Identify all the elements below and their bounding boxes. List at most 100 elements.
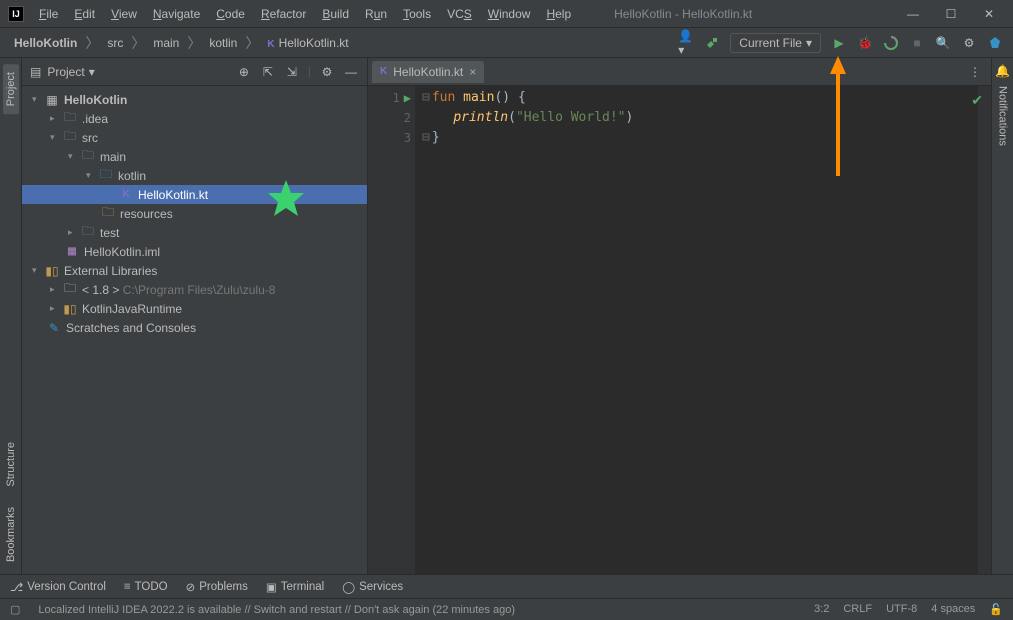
tree-node-test[interactable]: ▸🗀test (22, 223, 367, 242)
tree-node-src[interactable]: ▾🗀src (22, 128, 367, 147)
project-tree[interactable]: ▾▦HelloKotlin ▸🗀.idea ▾🗀src ▾🗀main ▾🗀kot… (22, 86, 367, 574)
maximize-button[interactable]: ☐ (941, 7, 961, 21)
tree-node-root[interactable]: ▾▦HelloKotlin (22, 90, 367, 109)
minimize-button[interactable]: — (903, 7, 923, 21)
build-hammer-icon[interactable] (704, 35, 720, 51)
status-menu-icon[interactable]: ▢ (10, 603, 20, 616)
tree-node-scratches[interactable]: ✎Scratches and Consoles (22, 318, 367, 337)
collapse-all-icon[interactable]: ⇲ (284, 64, 300, 80)
bottom-tool-bar: ⎇Version Control ≡TODO ⊘Problems ▣Termin… (0, 574, 1013, 598)
debug-button[interactable]: 🐞 (857, 35, 873, 51)
tree-node-idea[interactable]: ▸🗀.idea (22, 109, 367, 128)
folder-icon: 🗀 (62, 108, 78, 129)
folder-icon: 🗀 (62, 127, 78, 148)
settings-icon[interactable]: ⚙ (961, 35, 977, 51)
libraries-icon: ▮▯ (44, 264, 60, 278)
left-tab-project[interactable]: Project (3, 64, 19, 114)
bottom-tab-todo[interactable]: ≡TODO (124, 581, 168, 593)
bottom-tab-problems[interactable]: ⊘Problems (186, 580, 248, 594)
menu-tools[interactable]: Tools (396, 5, 438, 23)
breadcrumb-sep: 〉 (85, 33, 99, 53)
panel-settings-icon[interactable]: ⚙ (319, 64, 335, 80)
scratches-icon: ✎ (46, 321, 62, 335)
bottom-tab-vcs[interactable]: ⎇Version Control (10, 580, 106, 594)
menu-code[interactable]: Code (209, 5, 252, 23)
fold-end-icon[interactable]: ⊟ (422, 130, 430, 145)
terminal-icon: ▣ (266, 580, 277, 594)
menu-build[interactable]: Build (315, 5, 356, 23)
menu-window[interactable]: Window (481, 5, 538, 23)
breadcrumb-1[interactable]: src (103, 34, 127, 52)
expand-all-icon[interactable]: ⇱ (260, 64, 276, 80)
code-editor[interactable]: 1▶ 2 3 ⊟fun main() { println("Hello Worl… (368, 86, 991, 574)
caret-position[interactable]: 3:2 (814, 603, 829, 616)
status-bar: ▢ Localized IntelliJ IDEA 2022.2 is avai… (0, 598, 1013, 620)
editor-tab[interactable]: K HelloKotlin.kt × (372, 61, 484, 83)
fold-icon[interactable]: ⊟ (422, 90, 430, 105)
menu-vcs[interactable]: VCS (440, 5, 479, 23)
breadcrumb-3[interactable]: kotlin (205, 34, 241, 52)
toolbar: HelloKotlin〉src〉main〉kotlin〉KHelloKotlin… (0, 28, 1013, 58)
todo-icon: ≡ (124, 581, 131, 593)
chevron-down-icon: ▾ (806, 36, 812, 50)
project-view-selector[interactable]: Project ▾ (47, 65, 94, 79)
branch-icon: ⎇ (10, 580, 23, 594)
run-config-selector[interactable]: Current File ▾ (730, 33, 821, 53)
tree-node-kotlin[interactable]: ▾🗀kotlin (22, 166, 367, 185)
bottom-tab-terminal[interactable]: ▣Terminal (266, 580, 324, 594)
line-gutter: 1▶ 2 3 (368, 86, 416, 574)
menu-edit[interactable]: Edit (67, 5, 102, 23)
run-button[interactable]: ▶ (831, 35, 847, 51)
error-stripe[interactable] (977, 86, 991, 574)
close-button[interactable]: ✕ (979, 7, 999, 21)
window-title: HelloKotlin - HelloKotlin.kt (578, 7, 903, 21)
editor-area: K HelloKotlin.kt × ⋮ 1▶ 2 3 ⊟fun main() … (368, 58, 991, 574)
breadcrumb-sep: 〉 (187, 33, 201, 53)
menu-navigate[interactable]: Navigate (146, 5, 207, 23)
select-opened-file-icon[interactable]: ⊕ (236, 64, 252, 80)
inspection-ok-icon[interactable]: ✔ (971, 92, 983, 109)
left-tab-structure[interactable]: Structure (3, 434, 19, 495)
line-separator[interactable]: CRLF (843, 603, 872, 616)
status-message[interactable]: Localized IntelliJ IDEA 2022.2 is availa… (38, 604, 515, 616)
tree-node-iml[interactable]: ▦HelloKotlin.iml (22, 242, 367, 261)
tree-node-resources[interactable]: 🗀resources (22, 204, 367, 223)
code-text[interactable]: ⊟fun main() { println("Hello World!") ⊟} (416, 86, 977, 574)
run-with-coverage-button[interactable] (883, 35, 899, 51)
right-tab-notifications[interactable]: Notifications (995, 78, 1011, 154)
hide-panel-icon[interactable]: — (343, 64, 359, 80)
encoding[interactable]: UTF-8 (886, 603, 917, 616)
breadcrumb-sep: 〉 (131, 33, 145, 53)
tree-node-kotlin-runtime[interactable]: ▸▮▯KotlinJavaRuntime (22, 299, 367, 318)
close-tab-icon[interactable]: × (469, 65, 476, 79)
kotlin-file-icon: K (380, 66, 387, 77)
bottom-tab-services[interactable]: ◯Services (342, 580, 403, 594)
breadcrumb-0[interactable]: HelloKotlin (10, 34, 81, 52)
library-icon: ▮▯ (62, 302, 78, 316)
user-icon[interactable]: 👤▾ (678, 35, 694, 51)
tree-node-ext-libraries[interactable]: ▾▮▯External Libraries (22, 261, 367, 280)
tree-node-file[interactable]: KHelloKotlin.kt (22, 185, 367, 204)
main-menu: FileEditViewNavigateCodeRefactorBuildRun… (32, 5, 578, 23)
stop-button[interactable]: ■ (909, 35, 925, 51)
ide-features-icon[interactable] (987, 35, 1003, 51)
editor-more-icon[interactable]: ⋮ (959, 65, 991, 79)
menu-help[interactable]: Help (539, 5, 578, 23)
tree-node-jdk[interactable]: ▸🗀 < 1.8 > C:\Program Files\Zulu\zulu-8 (22, 280, 367, 299)
indent[interactable]: 4 spaces (931, 603, 975, 616)
menu-run[interactable]: Run (358, 5, 394, 23)
menu-refactor[interactable]: Refactor (254, 5, 313, 23)
menu-view[interactable]: View (104, 5, 144, 23)
search-everywhere-icon[interactable]: 🔍 (935, 35, 951, 51)
breadcrumb-4[interactable]: KHelloKotlin.kt (263, 34, 352, 52)
folder-icon: 🗀 (80, 146, 96, 167)
left-tab-bookmarks[interactable]: Bookmarks (3, 499, 19, 570)
tree-node-main[interactable]: ▾🗀main (22, 147, 367, 166)
readonly-lock-icon[interactable]: 🔓 (989, 603, 1003, 616)
folder-icon: 🗀 (80, 222, 96, 243)
run-config-label: Current File (739, 36, 802, 50)
menu-file[interactable]: File (32, 5, 65, 23)
run-gutter-icon[interactable]: ▶ (404, 91, 411, 105)
breadcrumb-2[interactable]: main (149, 34, 183, 52)
notifications-bell-icon[interactable]: 🔔 (995, 64, 1010, 78)
